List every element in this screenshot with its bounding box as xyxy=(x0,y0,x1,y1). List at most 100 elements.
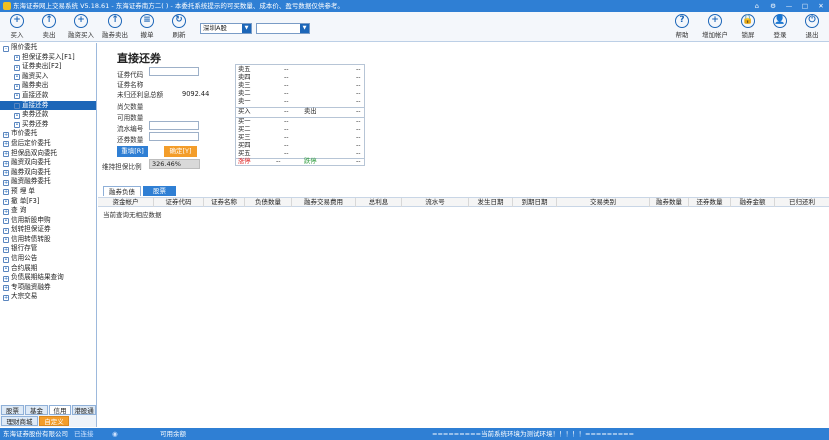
sidebar-item-block-trade[interactable]: + 大宗交易 xyxy=(0,292,96,302)
quote-row-sell1: 卖一 -- -- xyxy=(238,98,361,105)
expand-icon: + xyxy=(3,151,9,158)
power-icon: ⏻ xyxy=(805,14,819,28)
exit-button[interactable]: ⏻ 退出 xyxy=(795,14,829,40)
quote-row-buy1: 买一 -- -- xyxy=(238,118,361,125)
add-user-icon: + xyxy=(708,14,722,28)
column-header[interactable]: 证券名称 xyxy=(204,198,245,207)
user-icon: 👤 xyxy=(773,14,787,28)
column-header[interactable]: 已归还利 xyxy=(775,198,829,207)
sidebar-item-transfer-collateral[interactable]: • 划转担保证券 xyxy=(0,225,96,235)
tab-stock[interactable]: 股票 xyxy=(1,405,24,415)
column-header[interactable]: 流水号 xyxy=(402,198,469,207)
bullet-icon: • xyxy=(14,103,20,110)
sidebar-item-direct-repay-cash[interactable]: • 直接还款 xyxy=(0,91,96,101)
expand-icon: + xyxy=(3,285,9,292)
column-header[interactable]: 资金帐户 xyxy=(98,198,154,207)
tab-fund[interactable]: 基金 xyxy=(25,405,48,415)
minimize-icon[interactable]: — xyxy=(783,0,795,12)
market-select[interactable]: 深圳A股 ▼ xyxy=(200,23,252,34)
column-header[interactable]: 还券数量 xyxy=(689,198,731,207)
refresh-icon: ↻ xyxy=(172,14,186,28)
company-name: 东海证券股份有限公司 xyxy=(3,430,68,438)
column-header[interactable]: 发生日期 xyxy=(469,198,513,207)
buy-button[interactable]: + 买入 xyxy=(0,14,34,40)
tab-wealth-mall[interactable]: 理财商城 xyxy=(1,416,38,426)
quote-row-sell5: 卖五 -- -- xyxy=(238,66,361,73)
expand-icon: + xyxy=(3,294,9,301)
sidebar-item-collateral-two-way[interactable]: + 担保品双向委托 xyxy=(0,149,96,159)
close-icon[interactable]: ✕ xyxy=(815,0,827,12)
sidebar-item-margin-buy[interactable]: • 融资买入 xyxy=(0,72,96,82)
expand-icon: + xyxy=(3,179,9,186)
return-qty-input[interactable] xyxy=(149,132,199,141)
sidebar-item-limit-order[interactable]: - 限价委托 xyxy=(0,43,96,53)
expand-icon: + xyxy=(3,208,9,215)
column-header[interactable]: 负债数量 xyxy=(245,198,292,207)
tab-stocks[interactable]: 股票 xyxy=(143,186,176,196)
sidebar-item-buy-to-return[interactable]: • 买券还券 xyxy=(0,120,96,130)
tab-custom[interactable]: 自定义 xyxy=(39,416,69,426)
status-bar: 东海证券股份有限公司 已连接 ◉ 可用余额 =========当前系统环境为测试… xyxy=(0,428,829,440)
serial-no-input[interactable] xyxy=(149,121,199,130)
sidebar-item-query[interactable]: + 查 询 xyxy=(0,206,96,216)
short-sell-button[interactable]: ↑ 融券卖出 xyxy=(98,14,132,40)
sidebar-item-direct-return-stock[interactable]: • 直接还券 xyxy=(0,100,96,111)
security-code-input[interactable] xyxy=(149,67,199,76)
add-account-button[interactable]: + 增加帐户 xyxy=(698,14,732,40)
cancel-order-button[interactable]: ≡ 撤单 xyxy=(130,14,164,40)
sidebar-item-collateral-buy[interactable]: • 担保证券买入[F1] xyxy=(0,53,96,63)
serial-no-label: 流水编号 xyxy=(117,125,144,133)
home-icon[interactable]: ⌂ xyxy=(751,0,763,12)
column-header[interactable]: 到期日期 xyxy=(513,198,557,207)
column-header[interactable]: 融券数量 xyxy=(650,198,689,207)
sidebar-item-sell-to-repay[interactable]: • 卖券还款 xyxy=(0,110,96,120)
interest-value: 9092.44 xyxy=(182,90,210,98)
lock-icon: 🔒 xyxy=(741,14,755,28)
column-header[interactable]: 证券代码 xyxy=(154,198,204,207)
reset-button[interactable]: 重填[R] xyxy=(117,146,148,157)
sidebar-item-short-two-way[interactable]: + 融券双向委托 xyxy=(0,168,96,178)
account-select[interactable]: ▼ xyxy=(256,23,310,34)
expand-icon: + xyxy=(3,189,9,196)
sidebar-item-credit-notice[interactable]: • 信用公告 xyxy=(0,254,96,264)
expand-icon: + xyxy=(3,170,9,177)
sidebar-item-extend-result[interactable]: + 负债展期结果查询 xyxy=(0,273,96,283)
column-header[interactable]: 融券金额 xyxy=(731,198,775,207)
sidebar-item-bank-custody[interactable]: + 银行存管 xyxy=(0,244,96,254)
quote-row-buy3: 买三 -- -- xyxy=(238,134,361,141)
sidebar-item-after-hours[interactable]: + 盘后定价委托 xyxy=(0,139,96,149)
refresh-button[interactable]: ↻ 刷新 xyxy=(162,14,196,40)
expand-icon: + xyxy=(3,160,9,167)
sidebar-item-ipo-subscribe[interactable]: • 信用新股申购 xyxy=(0,216,96,226)
confirm-button[interactable]: 确定[Y] xyxy=(164,146,197,157)
collapse-icon: - xyxy=(3,45,9,52)
sidebar-item-short-sell[interactable]: • 融券卖出 xyxy=(0,81,96,91)
environment-notice: =========当前系统环境为测试环境！！！！！========= xyxy=(432,430,635,438)
sidebar-tree: - 限价委托 • 担保证券买入[F1] • 证券卖出[F2] • 融资买入 • 融券卖出 … xyxy=(0,43,97,406)
gear-icon[interactable]: ⚙ xyxy=(767,0,779,12)
sell-button[interactable]: ↑ 卖出 xyxy=(32,14,66,40)
column-header[interactable]: 总利息 xyxy=(356,198,402,207)
column-header[interactable]: 融券交易费用 xyxy=(292,198,356,207)
margin-buy-button[interactable]: + 融资买入 xyxy=(64,14,98,40)
login-button[interactable]: 👤 登录 xyxy=(763,14,797,40)
tab-short-liabilities[interactable]: 融券负债 xyxy=(103,186,141,196)
main-panel: 直接还券 证券代码 证券名称 未归还利息总额 9092.44 尚欠数量 可用数量… xyxy=(98,43,829,428)
sidebar-item-cancel[interactable]: • 撤 单[F3] xyxy=(0,197,96,207)
sidebar-item-market-order[interactable]: + 市价委托 xyxy=(0,129,96,139)
sidebar-item-stock-sell[interactable]: • 证券卖出[F2] xyxy=(0,62,96,72)
quote-header-row: 买入 -- 卖出 -- xyxy=(238,108,361,115)
product-tabs: 股票 基金 信用 港股通 理财商城 自定义 xyxy=(0,405,97,427)
sidebar-item-margin-two-way[interactable]: + 融资双向委托 xyxy=(0,158,96,168)
column-header[interactable]: 交易类别 xyxy=(557,198,650,207)
bullet-icon: • xyxy=(3,199,9,205)
tab-hk-connect[interactable]: 港股通 xyxy=(72,405,96,415)
lock-screen-button[interactable]: 🔒 锁屏 xyxy=(731,14,765,40)
tab-credit[interactable]: 信用 xyxy=(49,405,71,415)
sidebar-item-contract-extend[interactable]: • 合约展期 xyxy=(0,264,96,274)
maximize-icon[interactable]: □ xyxy=(799,0,811,12)
help-button[interactable]: ? 帮助 xyxy=(665,14,699,40)
sidebar-item-margin-order[interactable]: + 融资融券委托 xyxy=(0,177,96,187)
sidebar-item-preset-order[interactable]: + 预 埋 单 xyxy=(0,187,96,197)
sidebar-item-special-margin[interactable]: + 专项融资融券 xyxy=(0,283,96,293)
